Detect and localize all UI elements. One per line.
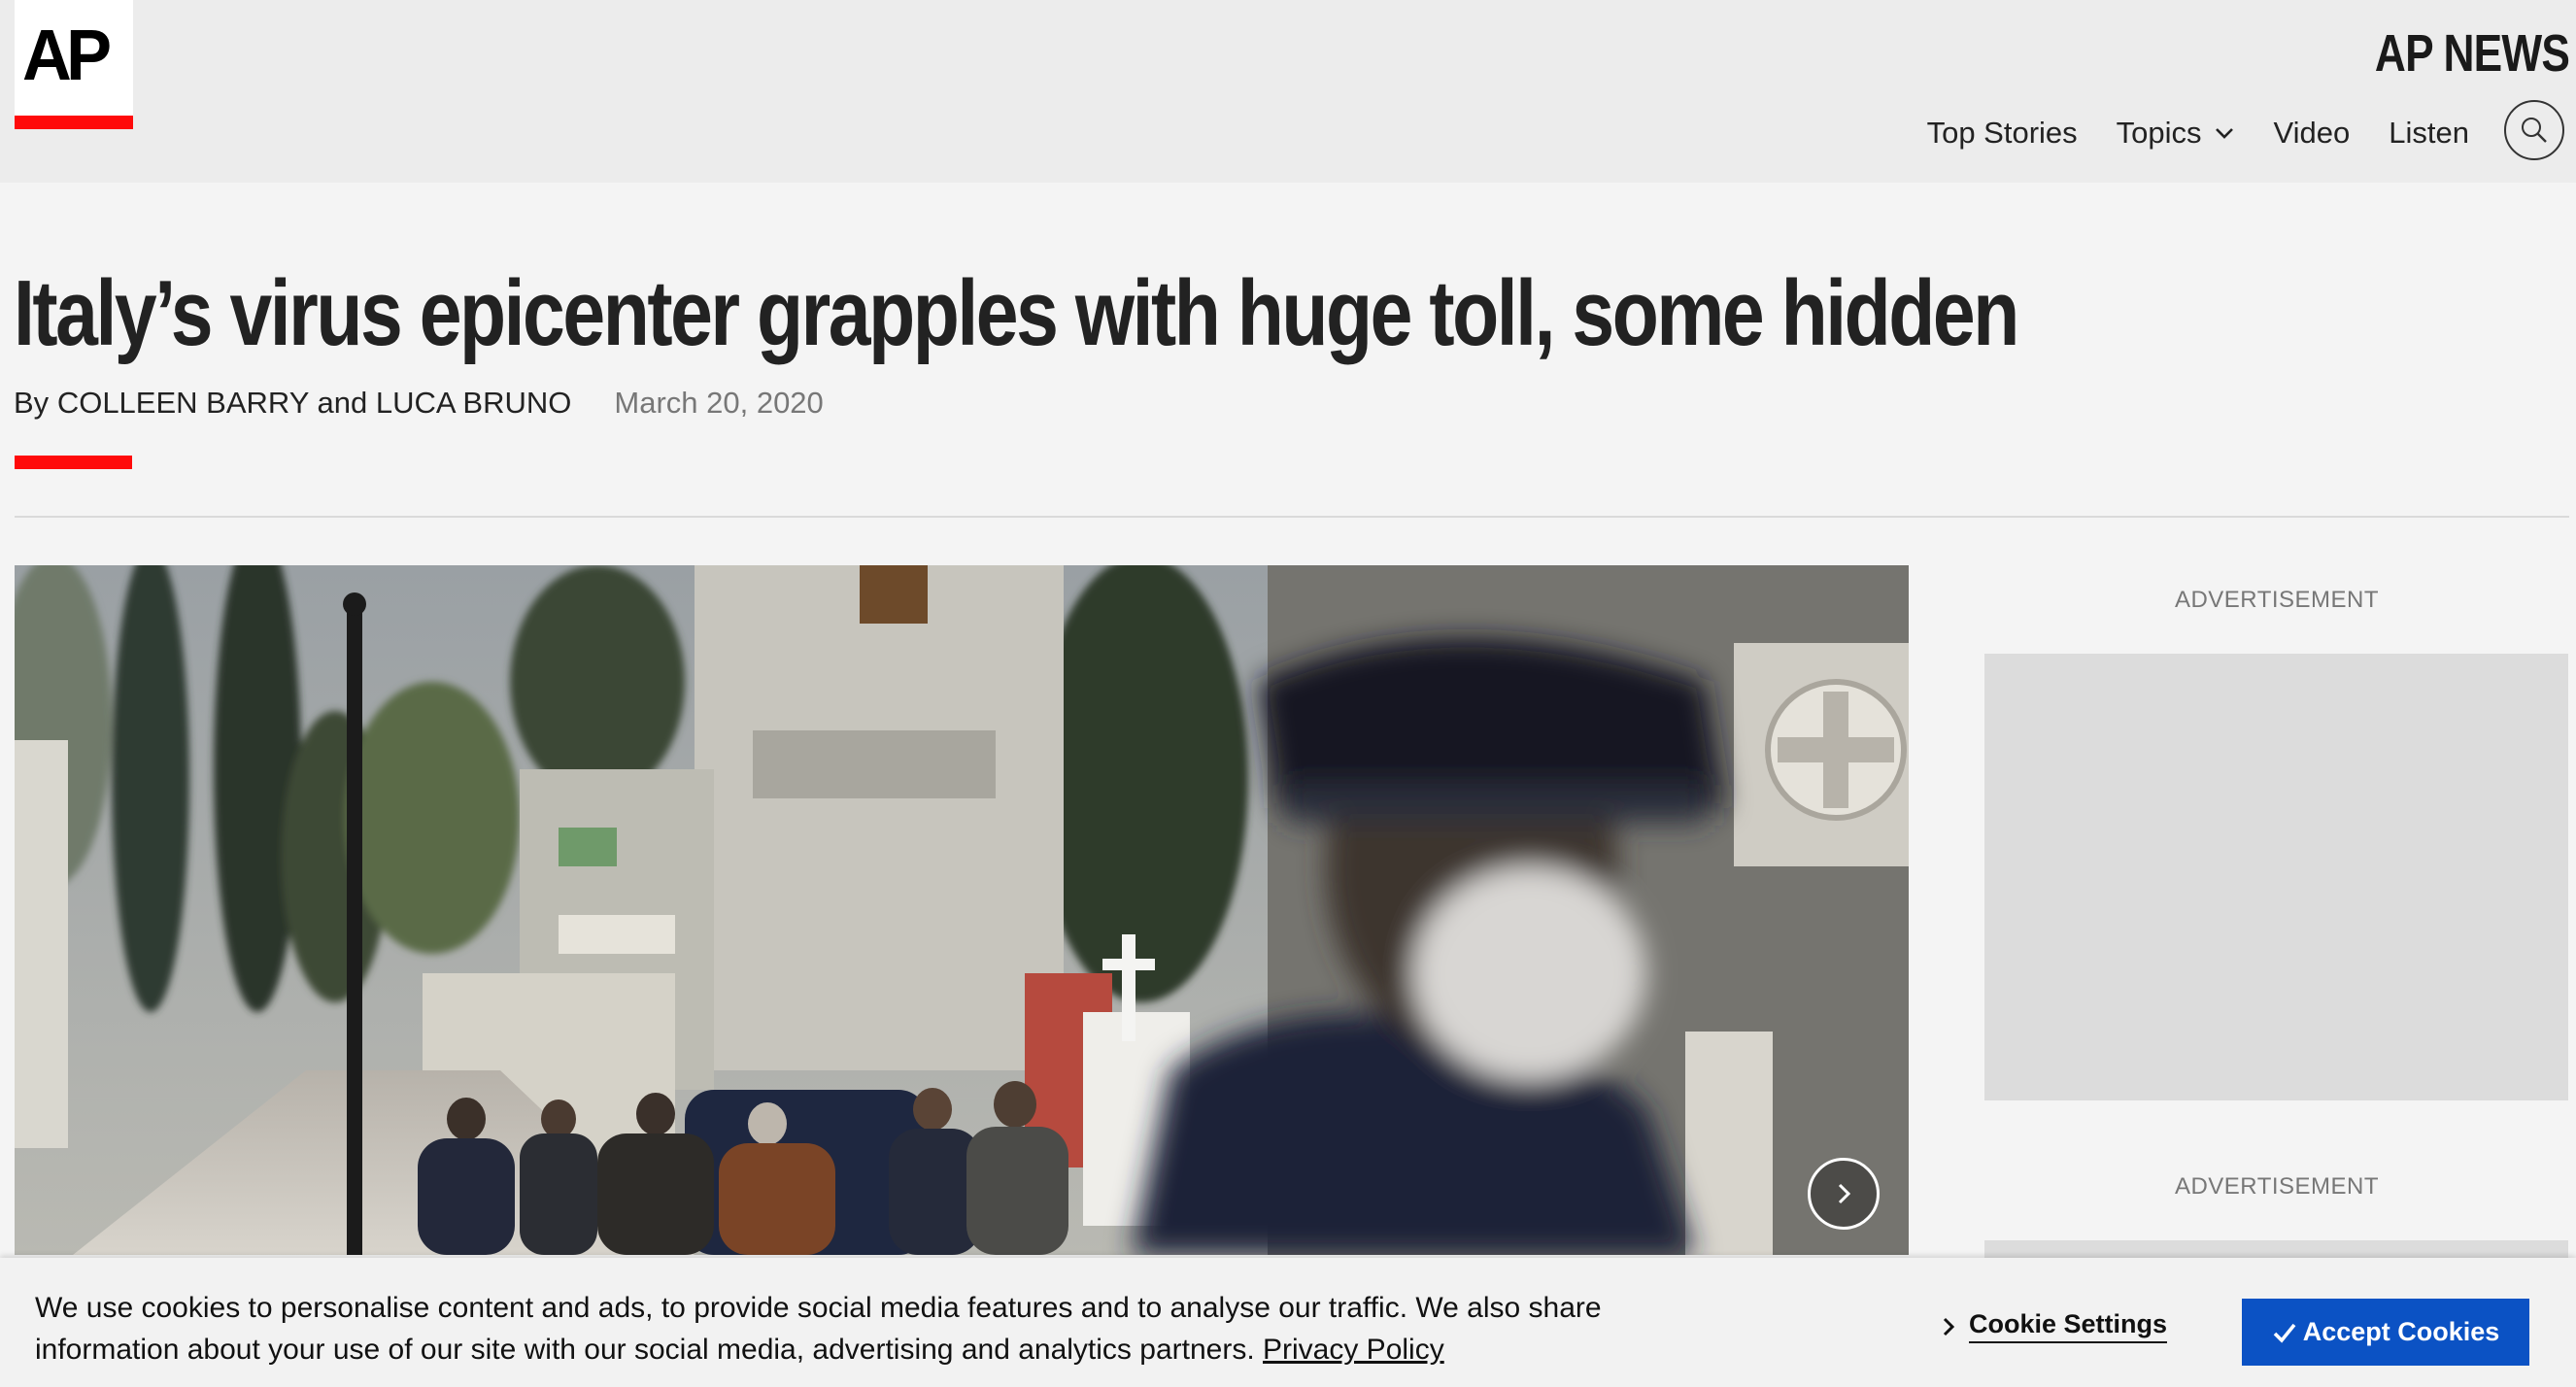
ap-logo-text: AP <box>22 15 112 95</box>
cookie-message: We use cookies to personalise content an… <box>35 1287 1745 1370</box>
article-byline: By COLLEEN BARRY and LUCA BRUNO March 20… <box>14 386 824 421</box>
nav-item-label: Topics <box>2116 116 2202 150</box>
article-date: March 20, 2020 <box>614 386 824 420</box>
lead-photo[interactable] <box>15 565 1909 1255</box>
cookie-banner: We use cookies to personalise content an… <box>0 1258 2576 1387</box>
chevron-right-icon <box>1943 1317 1955 1336</box>
nav-item-top-stories[interactable]: Top Stories <box>1927 116 2078 151</box>
checkmark-icon <box>2273 1323 2296 1343</box>
cookie-settings-button[interactable]: Cookie Settings <box>1942 1309 2168 1343</box>
byline-joiner: and <box>317 386 368 420</box>
ad-label: ADVERTISEMENT <box>2174 1173 2380 1200</box>
section-divider <box>15 516 2569 518</box>
chevron-right-icon <box>1838 1183 1851 1204</box>
chevron-down-icon <box>2215 128 2233 139</box>
search-icon <box>2522 118 2547 143</box>
author-link[interactable]: COLLEEN BARRY <box>57 386 309 420</box>
nav-item-video[interactable]: Video <box>2274 116 2351 151</box>
ad-slot[interactable] <box>1984 654 2568 1100</box>
cookie-settings-label: Cookie Settings <box>1969 1309 2168 1343</box>
nav-item-label: Top Stories <box>1926 116 2078 150</box>
ad-label: ADVERTISEMENT <box>2174 587 2380 613</box>
article-headline: Italy’s virus epicenter grapples with hu… <box>14 261 2019 365</box>
cemetery-photo-illustration <box>15 565 1909 1255</box>
ad-slot[interactable] <box>1984 1240 2568 1260</box>
ap-logo-red-bar <box>15 116 133 129</box>
byline-prefix: By <box>14 386 50 420</box>
nav-item-label: Video <box>2273 116 2351 150</box>
accept-cookies-button[interactable]: Accept Cookies <box>2242 1299 2529 1366</box>
search-button[interactable] <box>2504 100 2564 160</box>
gallery-next-button[interactable] <box>1808 1158 1880 1230</box>
nav-item-topics[interactable]: Topics <box>2117 116 2235 151</box>
site-brand[interactable]: AP NEWS <box>2375 23 2570 84</box>
nav-item-listen[interactable]: Listen <box>2389 116 2469 151</box>
privacy-policy-link[interactable]: Privacy Policy <box>1263 1334 1444 1366</box>
author-link[interactable]: LUCA BRUNO <box>376 386 572 420</box>
main-nav: Top Stories Topics Video Listen <box>1927 111 2469 155</box>
byline-authors: By COLLEEN BARRY and LUCA BRUNO <box>14 386 571 421</box>
site-header: AP AP NEWS Top Stories Topics Video List… <box>0 0 2576 183</box>
accept-cookies-label: Accept Cookies <box>2302 1317 2500 1346</box>
ap-logo[interactable]: AP <box>15 0 133 129</box>
nav-item-label: Listen <box>2389 116 2469 150</box>
red-accent-rule <box>15 456 132 469</box>
